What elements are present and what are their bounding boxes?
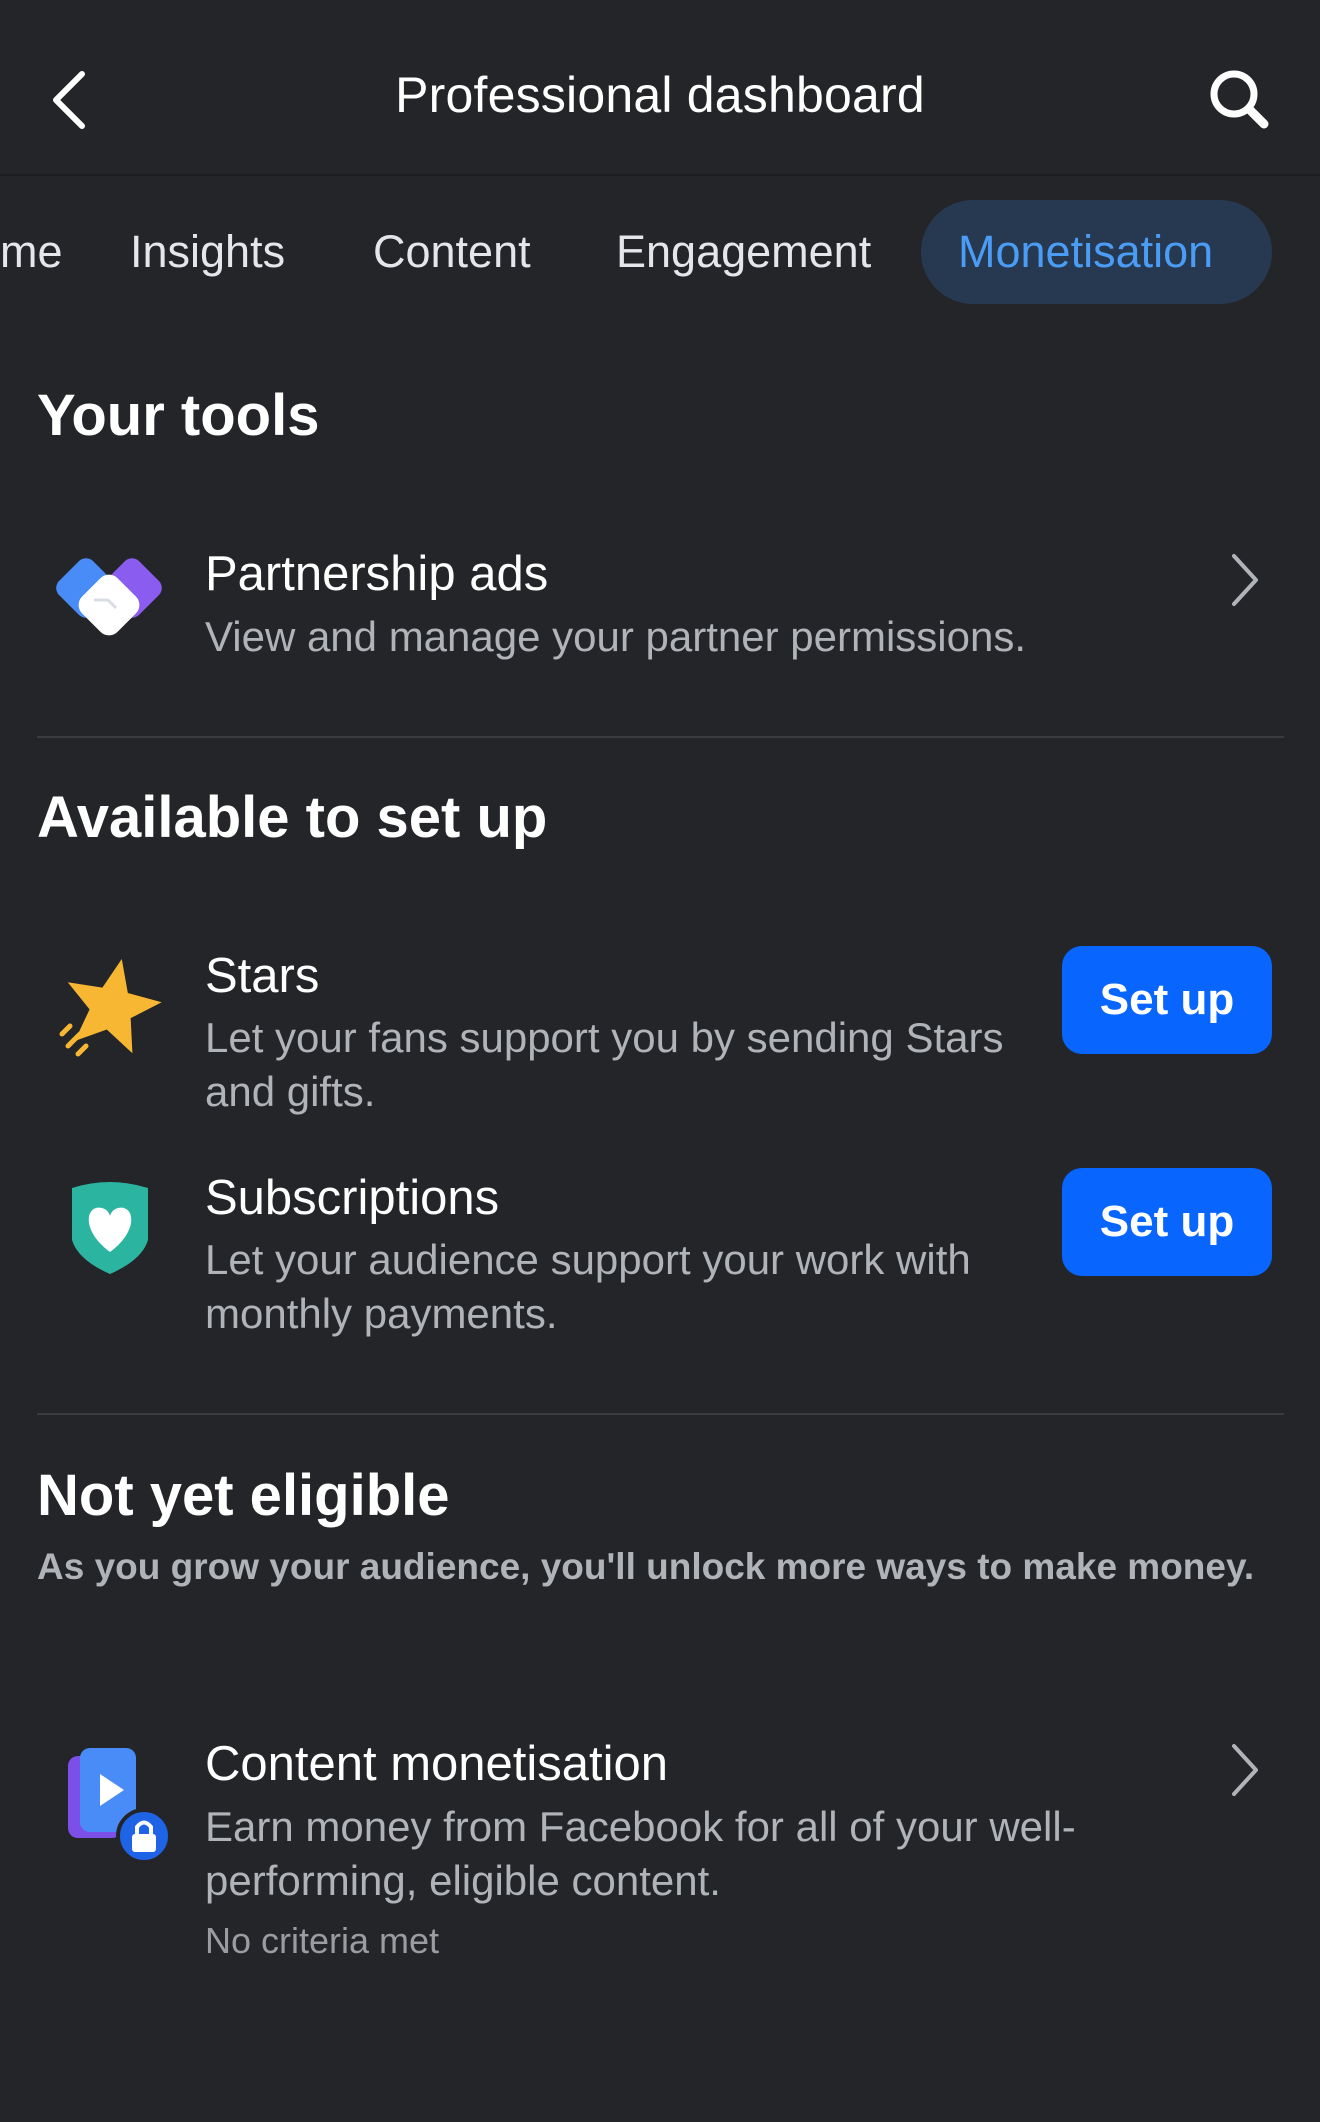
row-title: Stars xyxy=(205,949,320,1003)
tab-monetisation[interactable]: Monetisation xyxy=(921,200,1272,304)
search-icon xyxy=(1210,70,1269,129)
page-title: Professional dashboard xyxy=(395,67,925,123)
row-title: Content monetisation xyxy=(205,1737,669,1791)
divider xyxy=(37,736,1284,738)
tab-engagement[interactable]: Engagement xyxy=(616,200,871,304)
divider xyxy=(37,1413,1284,1415)
tab-insights[interactable]: Insights xyxy=(130,200,285,304)
tab-home[interactable]: me xyxy=(0,200,63,304)
tab-bar: me Insights Content Engagement Monetisat… xyxy=(0,196,1320,308)
video-lock-icon xyxy=(68,1748,170,1862)
section-note: As you grow your audience, you'll unlock… xyxy=(37,1546,1255,1587)
chevron-right-icon xyxy=(1232,1744,1258,1796)
status-text: No criteria met xyxy=(205,1920,440,1961)
set-up-subscriptions-button[interactable]: Set up xyxy=(1062,1168,1272,1276)
row-description: Let your fans support you by sending Sta… xyxy=(205,1014,1004,1115)
row-description: View and manage your partner permissions… xyxy=(205,613,1026,660)
row-description: Earn money from Facebook for all of your… xyxy=(205,1803,1076,1904)
row-description: Let your audience support your work with… xyxy=(205,1236,971,1337)
chevron-right-icon xyxy=(1232,554,1258,606)
row-title: Subscriptions xyxy=(205,1171,500,1225)
search-button[interactable] xyxy=(1200,60,1280,140)
top-bar: Professional dashboard xyxy=(0,0,1320,176)
handshake-icon xyxy=(56,558,162,636)
set-up-stars-button[interactable]: Set up xyxy=(1062,946,1272,1054)
tab-content[interactable]: Content xyxy=(373,200,531,304)
section-title-your-tools: Your tools xyxy=(37,383,320,448)
star-icon xyxy=(59,959,162,1057)
section-title-available: Available to set up xyxy=(37,785,548,850)
heart-shield-icon xyxy=(72,1182,148,1274)
section-title-not-eligible: Not yet eligible xyxy=(37,1463,450,1528)
row-title: Partnership ads xyxy=(205,547,549,601)
